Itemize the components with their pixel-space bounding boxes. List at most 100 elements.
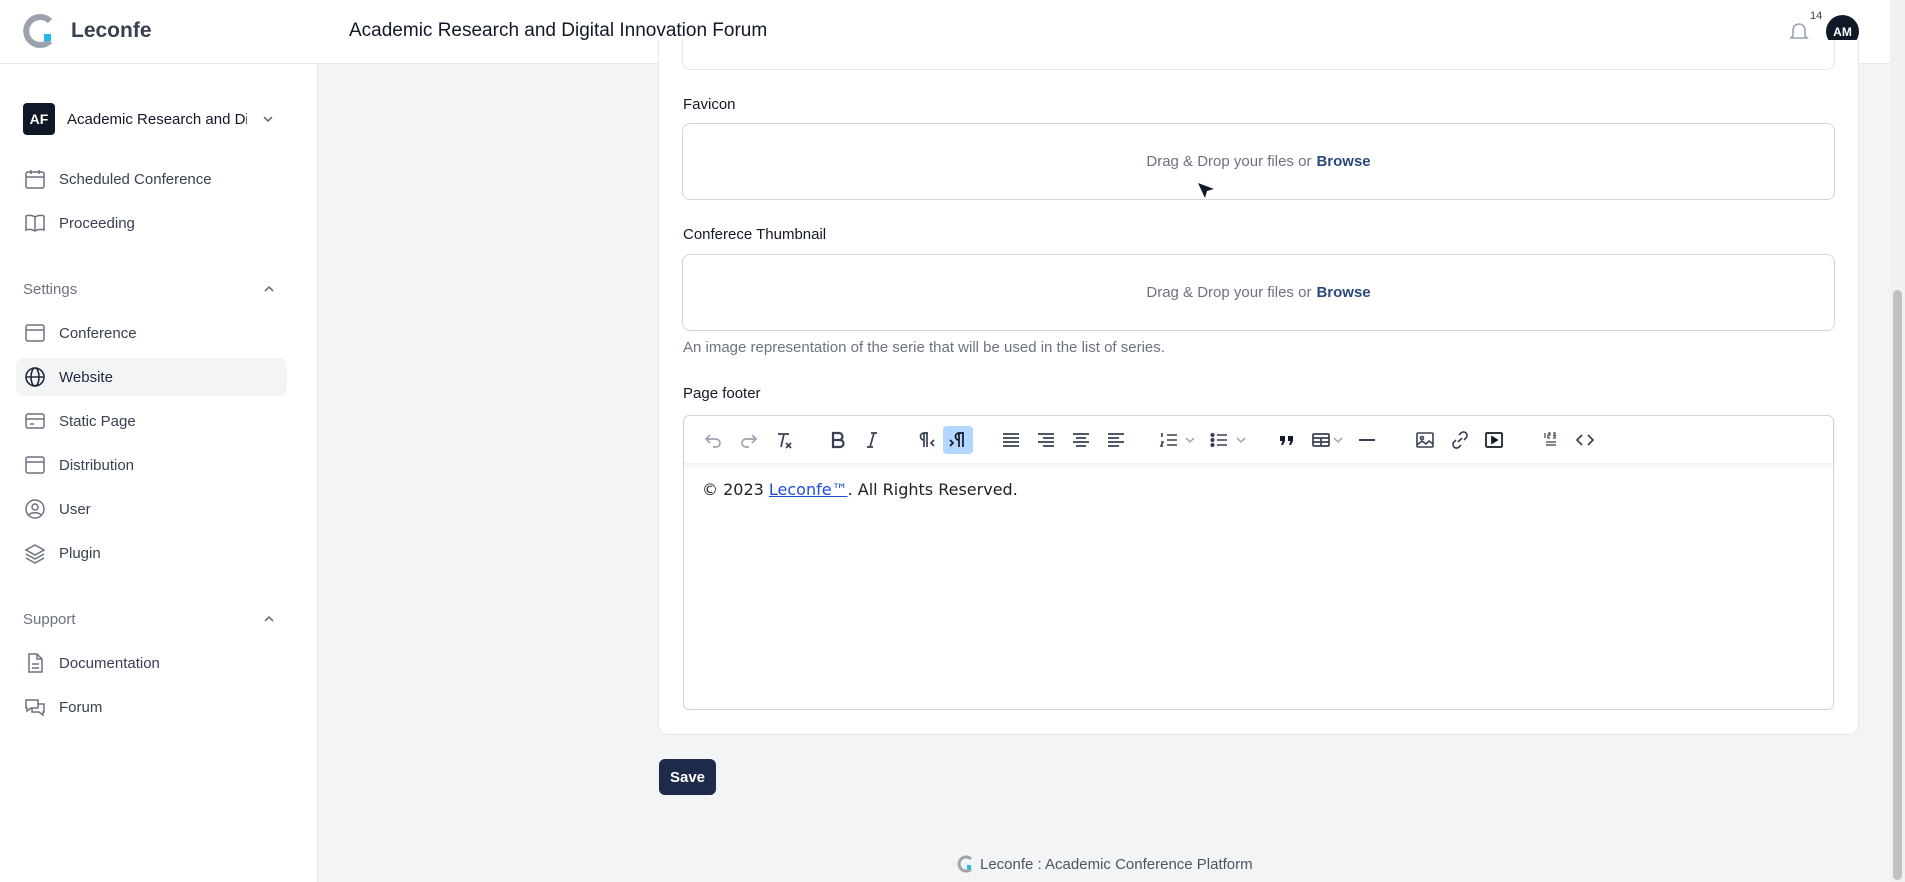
page-footer-label: Page footer [683,385,761,402]
sidebar-item-label: Plugin [59,544,101,562]
align-justify-icon [1003,433,1019,447]
table-icon [1312,433,1330,447]
chevron-down-icon[interactable] [1332,434,1344,446]
align-right-icon [1038,433,1054,447]
document-icon [28,653,43,673]
source-code-button[interactable] [1570,426,1600,454]
conference-switcher[interactable]: AF Academic Research and Digital Innovat… [23,103,283,135]
clear-formatting-button[interactable] [769,426,799,454]
sidebar-item-user[interactable]: User [16,490,287,528]
align-center-button[interactable] [1066,426,1096,454]
browse-link[interactable]: Browse [1316,153,1370,170]
media-icon [1485,432,1503,448]
rtl-icon [949,432,964,447]
previous-field-box[interactable] [682,40,1835,70]
stack-icon [24,544,46,564]
align-right-button[interactable] [1031,426,1061,454]
spellcheck-icon [1544,432,1556,446]
sidebar-item-label: Forum [59,698,103,716]
page-scrollbar[interactable] [1890,0,1905,882]
spellcheck-button[interactable] [1536,426,1566,454]
sidebar-item-label: Static Page [59,412,136,430]
bold-button[interactable] [822,426,852,454]
favicon-label: Favicon [683,96,736,113]
horizontal-rule-button[interactable] [1352,426,1382,454]
dropzone-text: Drag & Drop your files or [1146,284,1312,301]
sidebar-item-label: User [59,500,91,518]
insert-image-button[interactable] [1410,426,1440,454]
sidebar-item-distribution[interactable]: Distribution [16,446,287,484]
editor-toolbar [684,416,1833,464]
scrollbar-thumb[interactable] [1893,290,1902,880]
insert-link-button[interactable] [1445,426,1475,454]
leconfe-logo-icon [957,855,973,873]
sidebar-item-static-page[interactable]: Static Page [16,402,287,440]
mouse-pointer-icon [1198,183,1214,198]
italic-icon [867,432,877,448]
chevron-down-icon [263,116,273,123]
page-title: Academic Research and Digital Innovation… [349,20,768,41]
numbered-list-button[interactable] [1154,426,1184,454]
link-icon [1452,431,1468,449]
settings-group-label: Settings [23,281,78,298]
dropzone-text: Drag & Drop your files or [1146,153,1312,170]
align-center-icon [1073,433,1089,447]
blockquote-button[interactable] [1272,426,1302,454]
redo-button[interactable] [734,426,764,454]
clear-formatting-icon [778,433,792,449]
save-button[interactable]: Save [659,759,716,795]
image-icon [1416,432,1434,448]
ltr-icon [919,432,935,447]
sidebar-item-label: Documentation [59,654,160,672]
support-group-label: Support [23,611,76,628]
horizontal-rule-icon [1359,439,1375,441]
ltr-button[interactable] [910,426,940,454]
notification-count: 14 [1810,10,1823,22]
editor-content[interactable]: © 2023 Leconfe™. All Rights Reserved. [702,480,1018,499]
italic-button[interactable] [857,426,887,454]
leconfe-logo-icon[interactable] [22,14,56,48]
book-open-icon [25,214,45,232]
undo-icon [704,434,721,448]
sidebar-item-documentation[interactable]: Documentation [16,644,287,682]
chevron-up-icon[interactable] [262,282,276,296]
blockquote-icon [1280,436,1293,445]
footer-leconfe-link[interactable]: Leconfe™ [769,480,848,499]
thumbnail-dropzone[interactable]: Drag & Drop your files or Browse [682,254,1835,331]
sidebar-item-scheduled-conference[interactable]: Scheduled Conference [16,160,287,198]
conference-switcher-label: Academic Research and Digital Innovation… [67,110,247,128]
chat-bubbles-icon [25,699,45,717]
chevron-down-icon[interactable] [1184,434,1196,446]
favicon-dropzone[interactable]: Drag & Drop your files or Browse [682,123,1835,200]
source-code-icon [1575,434,1595,446]
browse-link[interactable]: Browse [1316,284,1370,301]
page-footer-editor[interactable]: © 2023 Leconfe™. All Rights Reserved. [683,415,1834,710]
numbered-list-icon [1159,433,1177,447]
sidebar-item-conference[interactable]: Conference [16,314,287,352]
thumbnail-label: Conferece Thumbnail [683,226,827,243]
align-left-button[interactable] [1101,426,1131,454]
sidebar: AF Academic Research and Digital Innovat… [0,64,318,882]
undo-button[interactable] [698,426,728,454]
sidebar-item-plugin[interactable]: Plugin [16,534,287,572]
bold-icon [831,431,845,449]
sidebar-item-website[interactable]: Website [16,358,287,396]
sidebar-item-label: Proceeding [59,214,135,232]
bullet-list-button[interactable] [1204,426,1234,454]
sidebar-item-proceeding[interactable]: Proceeding [16,204,287,242]
chevron-up-icon[interactable] [262,612,276,626]
user-circle-icon [25,499,45,519]
app-logo-text[interactable]: Leconfe [71,19,152,43]
sidebar-item-label: Scheduled Conference [59,170,212,188]
align-justify-button[interactable] [996,426,1026,454]
sidebar-item-label: Website [59,368,113,386]
rtl-button[interactable] [943,426,973,454]
page-footer: Leconfe : Academic Conference Platform [956,855,1253,873]
sidebar-item-forum[interactable]: Forum [16,688,287,726]
redo-icon [741,434,758,448]
align-left-icon [1108,433,1124,447]
insert-media-button[interactable] [1479,426,1509,454]
sidebar-item-label: Distribution [59,456,135,474]
card-icon [25,413,45,429]
chevron-down-icon[interactable] [1235,434,1247,446]
